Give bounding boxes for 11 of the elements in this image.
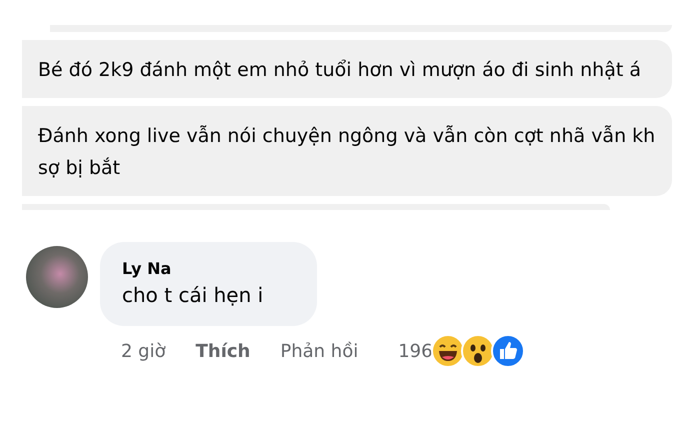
timestamp[interactable]: 2 giờ <box>121 340 166 362</box>
reply-link[interactable]: Phản hồi <box>280 340 358 362</box>
reaction-count[interactable]: 196 <box>398 340 433 362</box>
comment-text: Bé đó 2k9 đánh một em nhỏ tuổi hơn vì mượn áo đi sinh nhật á <box>22 40 672 98</box>
comment-text: Đánh xong live vẫn nói chuyện ngông và vẫn còn cợt nhã vẫn kh sợ bị bắt <box>22 106 672 196</box>
like-link[interactable]: Thích <box>196 340 250 362</box>
laughing-emoji-icon[interactable] <box>430 334 465 368</box>
comment-text: cho t cái hẹn i <box>122 282 264 308</box>
author-name[interactable]: Ly Na <box>122 259 295 279</box>
surprised-emoji-icon[interactable] <box>460 334 495 368</box>
thumbs-up-icon[interactable] <box>490 334 525 368</box>
